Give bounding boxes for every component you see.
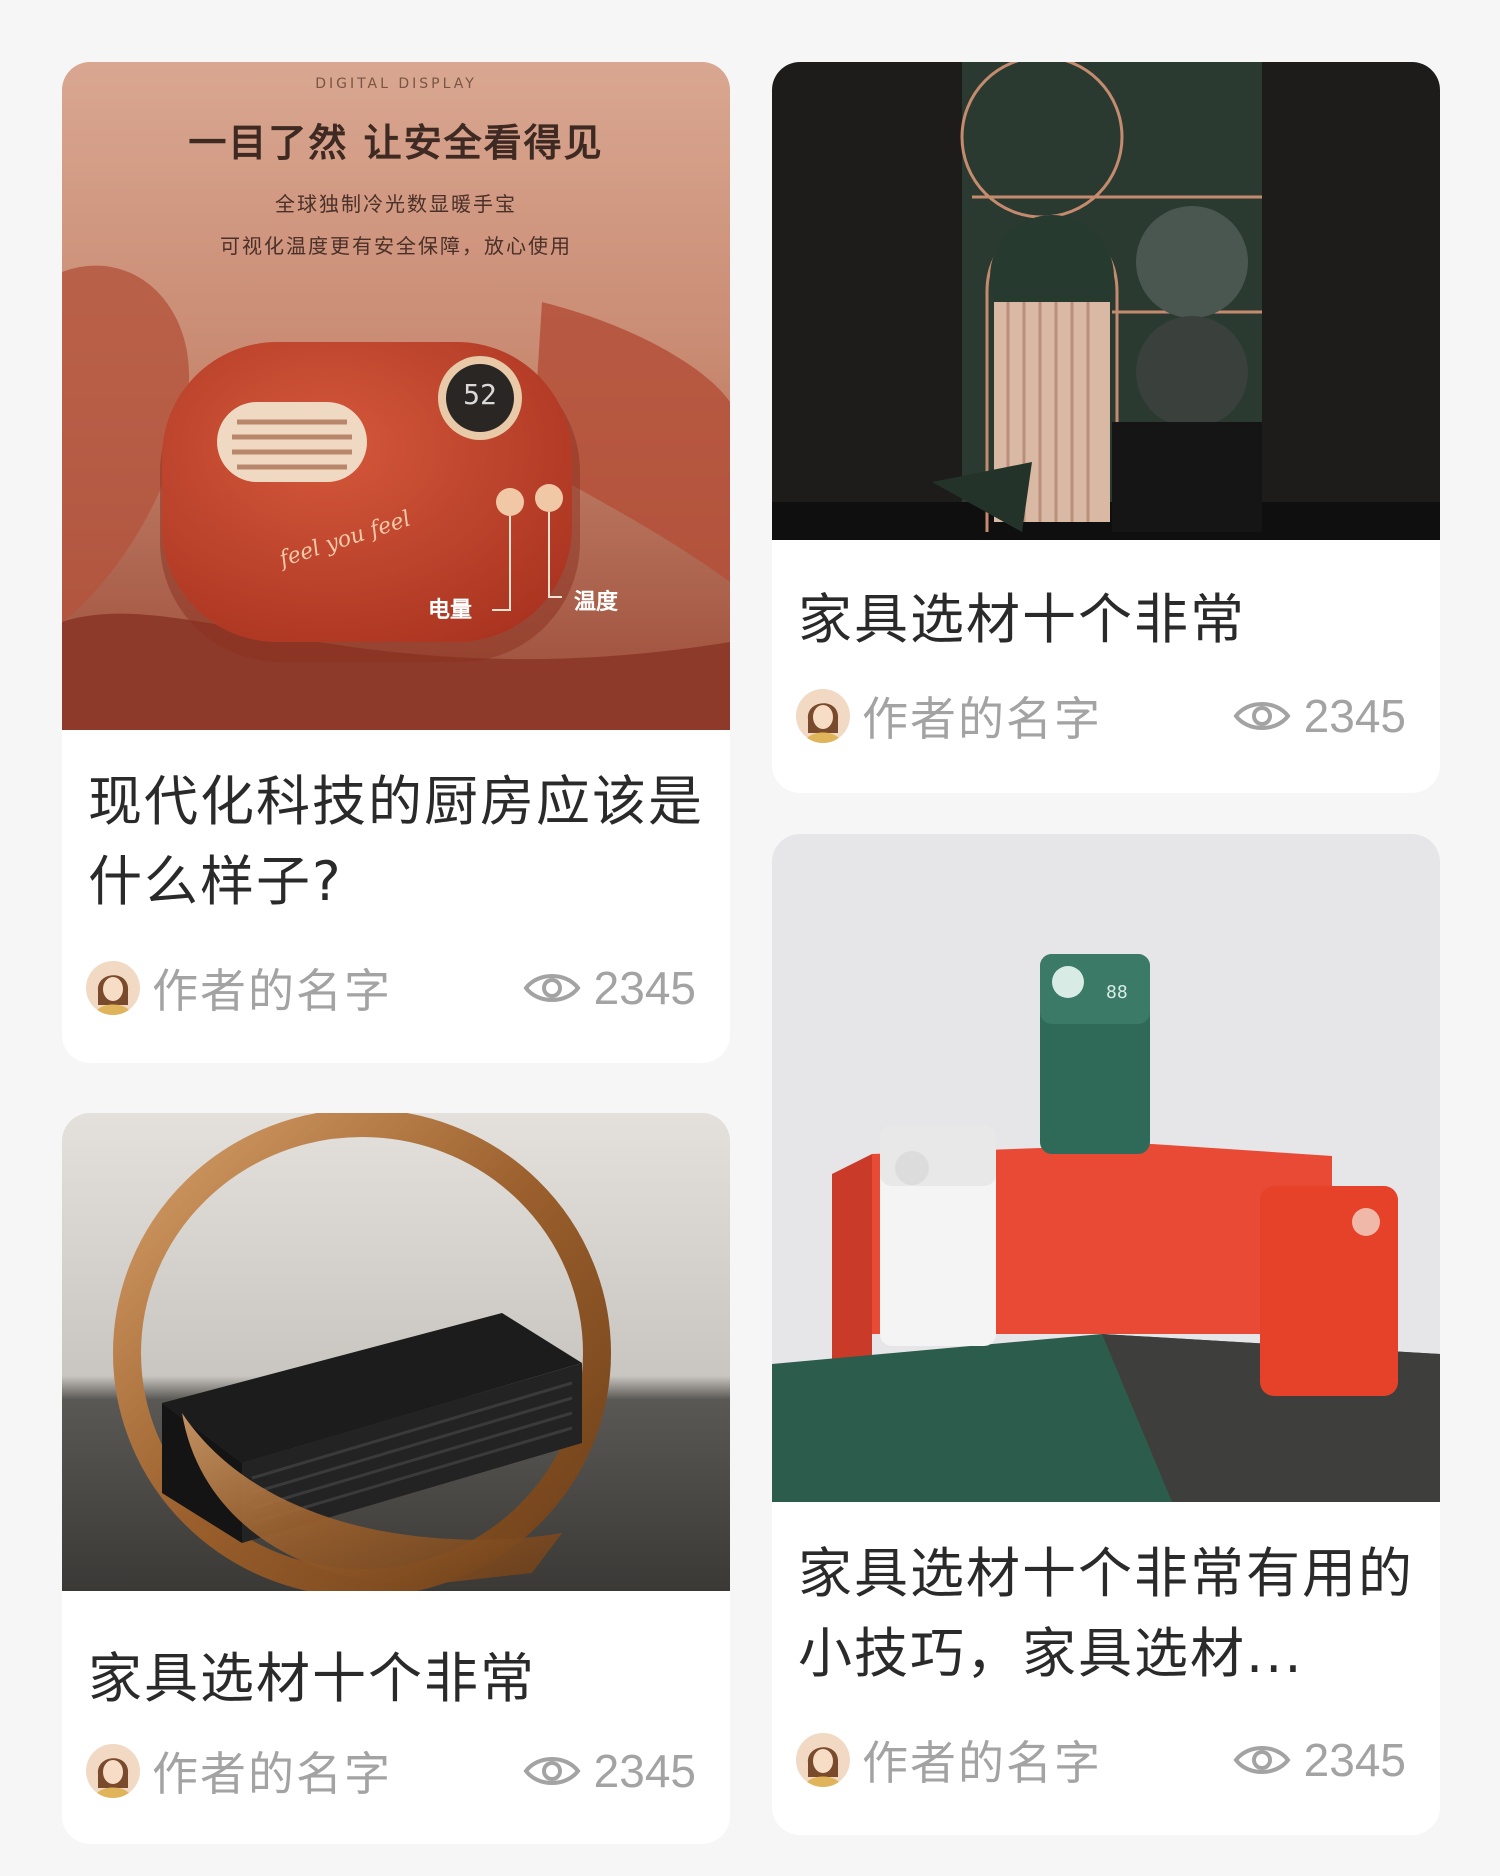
label-temperature: 温度: [574, 590, 619, 615]
device-display: 52: [463, 378, 497, 411]
author-name[interactable]: 作者的名字: [862, 683, 1232, 749]
feed-card[interactable]: 88 家具选材十个非常有用的小技巧，家具选材... 作者的名字 2345: [772, 834, 1440, 1835]
card-image: [62, 1113, 730, 1591]
feed-card[interactable]: 家具选材十个非常 作者的名字 2345: [772, 62, 1440, 793]
view-count: 2345: [1232, 1733, 1406, 1787]
author-name[interactable]: 作者的名字: [862, 1727, 1232, 1793]
card-meta: 作者的名字 2345: [796, 1730, 1406, 1790]
view-count-value: 2345: [1303, 690, 1406, 742]
eye-icon: [1232, 696, 1292, 736]
image-kicker: DIGITAL DISPLAY: [315, 76, 477, 92]
avatar[interactable]: [86, 1744, 140, 1798]
card-meta: 作者的名字 2345: [86, 1741, 696, 1801]
view-count-value: 2345: [593, 962, 696, 1014]
card-title[interactable]: 家具选材十个非常: [88, 1639, 712, 1719]
image-line-2: 可视化温度更有安全保障，放心使用: [220, 234, 572, 258]
eye-icon: [1232, 1740, 1292, 1780]
eye-icon: [522, 968, 582, 1008]
feed-card[interactable]: 家具选材十个非常 作者的名字 2345: [62, 1113, 730, 1844]
image-line-1: 全球独制冷光数显暖手宝: [275, 192, 517, 216]
card-title[interactable]: 家具选材十个非常: [798, 580, 1422, 660]
view-count: 2345: [522, 961, 696, 1015]
view-count-value: 2345: [1303, 1734, 1406, 1786]
card-meta: 作者的名字 2345: [86, 958, 696, 1018]
label-power: 电量: [428, 598, 473, 623]
card-image: DIGITAL DISPLAY 一目了然 让安全看得见 全球独制冷光数显暖手宝 …: [62, 62, 730, 730]
card-title[interactable]: 现代化科技的厨房应该是什么样子?: [88, 762, 712, 922]
view-count: 2345: [1232, 689, 1406, 743]
card-image: 88: [772, 834, 1440, 1502]
view-count: 2345: [522, 1744, 696, 1798]
feed-card[interactable]: DIGITAL DISPLAY 一目了然 让安全看得见 全球独制冷光数显暖手宝 …: [62, 62, 730, 1063]
image-headline: 一目了然 让安全看得见: [188, 121, 604, 165]
author-name[interactable]: 作者的名字: [152, 1738, 522, 1804]
card-image: [772, 62, 1440, 540]
dispenser-display: 88: [1106, 982, 1128, 1003]
avatar[interactable]: [796, 1733, 850, 1787]
avatar[interactable]: [796, 689, 850, 743]
avatar[interactable]: [86, 961, 140, 1015]
card-title[interactable]: 家具选材十个非常有用的小技巧，家具选材...: [798, 1534, 1422, 1694]
view-count-value: 2345: [593, 1745, 696, 1797]
card-meta: 作者的名字 2345: [796, 686, 1406, 746]
eye-icon: [522, 1751, 582, 1791]
author-name[interactable]: 作者的名字: [152, 955, 522, 1021]
